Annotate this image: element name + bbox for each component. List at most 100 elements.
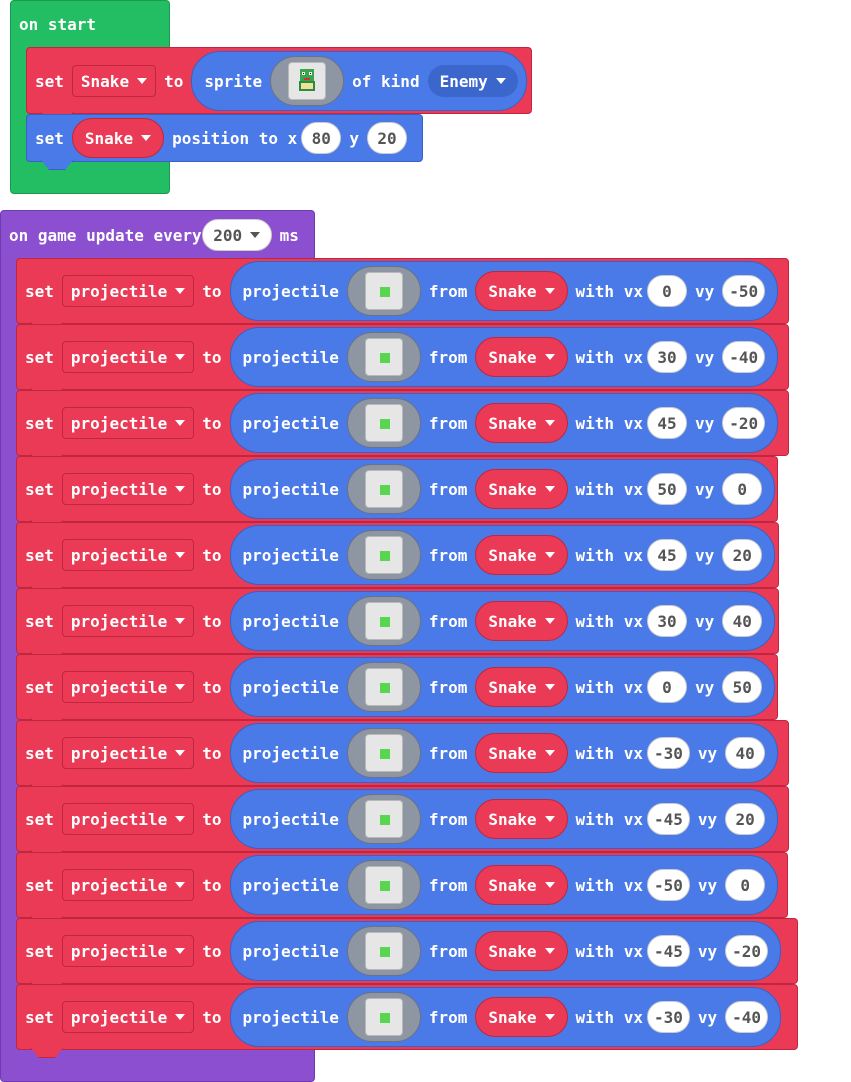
vy-input[interactable]: 50 bbox=[722, 671, 763, 703]
vx-input[interactable]: -45 bbox=[646, 935, 690, 967]
vx-input[interactable]: -30 bbox=[646, 1001, 690, 1033]
variable-dropdown-snake[interactable]: Snake bbox=[71, 118, 165, 158]
vy-input[interactable]: 0 bbox=[722, 473, 763, 505]
create-projectile-block[interactable]: projectile from Snake with vx 30 vy -40 bbox=[229, 327, 779, 387]
vy-input[interactable]: 0 bbox=[725, 869, 766, 901]
vx-input[interactable]: -45 bbox=[646, 803, 690, 835]
create-projectile-block[interactable]: projectile from Snake with vx -30 vy -40 bbox=[229, 987, 782, 1047]
from-keyword: from bbox=[428, 611, 468, 631]
kind-dropdown-enemy[interactable]: Enemy bbox=[427, 65, 518, 97]
vx-input[interactable]: 30 bbox=[646, 341, 687, 373]
source-dropdown-snake[interactable]: Snake bbox=[475, 865, 568, 905]
vy-input[interactable]: -40 bbox=[725, 1001, 769, 1033]
variable-dropdown-projectile[interactable]: projectile bbox=[61, 935, 195, 967]
interval-dropdown[interactable]: 200 bbox=[201, 219, 272, 251]
source-dropdown-snake[interactable]: Snake bbox=[475, 469, 568, 509]
set-projectile-block[interactable]: set projectile to projectile from Snake … bbox=[16, 522, 779, 588]
variable-dropdown-projectile[interactable]: projectile bbox=[61, 473, 195, 505]
vx-input[interactable]: 45 bbox=[646, 539, 687, 571]
set-projectile-block[interactable]: set projectile to projectile from Snake … bbox=[16, 654, 778, 720]
source-dropdown-snake[interactable]: Snake bbox=[475, 997, 568, 1037]
vy-input[interactable]: -50 bbox=[722, 275, 766, 307]
source-dropdown-snake[interactable]: Snake bbox=[475, 535, 568, 575]
caret-down-icon bbox=[175, 948, 186, 954]
source-dropdown-snake[interactable]: Snake bbox=[475, 799, 568, 839]
x-input[interactable]: 80 bbox=[301, 122, 342, 154]
vx-input[interactable]: 50 bbox=[646, 473, 687, 505]
projectile-image-picker[interactable] bbox=[346, 794, 421, 844]
source-dropdown-snake[interactable]: Snake bbox=[475, 403, 568, 443]
create-projectile-block[interactable]: projectile from Snake with vx 45 vy -20 bbox=[229, 393, 779, 453]
variable-dropdown-projectile[interactable]: projectile bbox=[61, 605, 195, 637]
variable-dropdown-projectile[interactable]: projectile bbox=[61, 671, 195, 703]
set-position-block[interactable]: set Snake position to x 80 y 20 bbox=[26, 114, 423, 162]
source-dropdown-snake[interactable]: Snake bbox=[475, 337, 568, 377]
variable-dropdown-projectile[interactable]: projectile bbox=[61, 539, 195, 571]
projectile-image-picker[interactable] bbox=[346, 530, 421, 580]
vy-input[interactable]: 20 bbox=[725, 803, 766, 835]
vx-input[interactable]: 0 bbox=[646, 671, 687, 703]
source-dropdown-snake[interactable]: Snake bbox=[475, 601, 568, 641]
projectile-image-picker[interactable] bbox=[346, 266, 421, 316]
set-sprite-variable-block[interactable]: set Snake to sprite of kind Enemy bbox=[26, 47, 532, 114]
variable-dropdown-projectile[interactable]: projectile bbox=[61, 341, 195, 373]
caret-down-icon bbox=[141, 135, 152, 141]
variable-name: projectile bbox=[70, 545, 168, 565]
vx-input[interactable]: -30 bbox=[646, 737, 690, 769]
projectile-image-picker[interactable] bbox=[346, 728, 421, 778]
create-projectile-block[interactable]: projectile from Snake with vx 30 vy 40 bbox=[229, 591, 776, 651]
projectile-image-picker[interactable] bbox=[346, 992, 421, 1042]
variable-dropdown-projectile[interactable]: projectile bbox=[61, 407, 195, 439]
projectile-image-picker[interactable] bbox=[346, 596, 421, 646]
vx-input[interactable]: -50 bbox=[646, 869, 690, 901]
source-dropdown-snake[interactable]: Snake bbox=[475, 271, 568, 311]
projectile-image-picker[interactable] bbox=[346, 398, 421, 448]
vy-input[interactable]: 20 bbox=[722, 539, 763, 571]
vx-input[interactable]: 45 bbox=[646, 407, 687, 439]
create-projectile-block[interactable]: projectile from Snake with vx -30 vy 40 bbox=[229, 723, 779, 783]
source-dropdown-snake[interactable]: Snake bbox=[475, 667, 568, 707]
caret-down-icon bbox=[544, 1014, 555, 1020]
set-projectile-block[interactable]: set projectile to projectile from Snake … bbox=[16, 720, 789, 786]
set-projectile-block[interactable]: set projectile to projectile from Snake … bbox=[16, 918, 798, 984]
set-projectile-block[interactable]: set projectile to projectile from Snake … bbox=[16, 852, 788, 918]
vx-input[interactable]: 0 bbox=[646, 275, 687, 307]
source-dropdown-snake[interactable]: Snake bbox=[475, 733, 568, 773]
vy-input[interactable]: 40 bbox=[722, 605, 763, 637]
set-projectile-block[interactable]: set projectile to projectile from Snake … bbox=[16, 390, 789, 456]
set-projectile-block[interactable]: set projectile to projectile from Snake … bbox=[16, 984, 798, 1050]
create-projectile-block[interactable]: projectile from Snake with vx 50 vy 0 bbox=[229, 459, 776, 519]
source-dropdown-snake[interactable]: Snake bbox=[475, 931, 568, 971]
set-projectile-block[interactable]: set projectile to projectile from Snake … bbox=[16, 588, 779, 654]
create-projectile-block[interactable]: projectile from Snake with vx 0 vy 50 bbox=[229, 657, 776, 717]
projectile-image-picker[interactable] bbox=[346, 464, 421, 514]
vx-input[interactable]: 30 bbox=[646, 605, 687, 637]
create-projectile-block[interactable]: projectile from Snake with vx 45 vy 20 bbox=[229, 525, 776, 585]
create-sprite-block[interactable]: sprite of kind Enemy bbox=[191, 51, 527, 111]
vy-input[interactable]: -20 bbox=[722, 407, 766, 439]
set-projectile-block[interactable]: set projectile to projectile from Snake … bbox=[16, 456, 778, 522]
create-projectile-block[interactable]: projectile from Snake with vx 0 vy -50 bbox=[229, 261, 779, 321]
variable-dropdown-projectile[interactable]: projectile bbox=[61, 275, 195, 307]
set-projectile-block[interactable]: set projectile to projectile from Snake … bbox=[16, 258, 789, 324]
projectile-image-picker[interactable] bbox=[346, 332, 421, 382]
vy-input[interactable]: -40 bbox=[722, 341, 766, 373]
create-projectile-block[interactable]: projectile from Snake with vx -45 vy -20 bbox=[229, 921, 782, 981]
sprite-image-picker[interactable] bbox=[270, 56, 345, 106]
projectile-image-picker[interactable] bbox=[346, 662, 421, 712]
set-projectile-block[interactable]: set projectile to projectile from Snake … bbox=[16, 786, 789, 852]
projectile-image-picker[interactable] bbox=[346, 860, 421, 910]
variable-dropdown-projectile[interactable]: projectile bbox=[61, 869, 195, 901]
create-projectile-block[interactable]: projectile from Snake with vx -45 vy 20 bbox=[229, 789, 779, 849]
create-projectile-block[interactable]: projectile from Snake with vx -50 vy 0 bbox=[229, 855, 779, 915]
set-projectile-block[interactable]: set projectile to projectile from Snake … bbox=[16, 324, 789, 390]
variable-dropdown-projectile[interactable]: projectile bbox=[61, 803, 195, 835]
variable-dropdown-snake[interactable]: Snake bbox=[71, 65, 157, 97]
variable-dropdown-projectile[interactable]: projectile bbox=[61, 1001, 195, 1033]
variable-dropdown-projectile[interactable]: projectile bbox=[61, 737, 195, 769]
projectile-image-picker[interactable] bbox=[346, 926, 421, 976]
projectile-keyword: projectile bbox=[242, 677, 339, 697]
y-input[interactable]: 20 bbox=[366, 122, 407, 154]
vy-input[interactable]: 40 bbox=[725, 737, 766, 769]
vy-input[interactable]: -20 bbox=[725, 935, 769, 967]
